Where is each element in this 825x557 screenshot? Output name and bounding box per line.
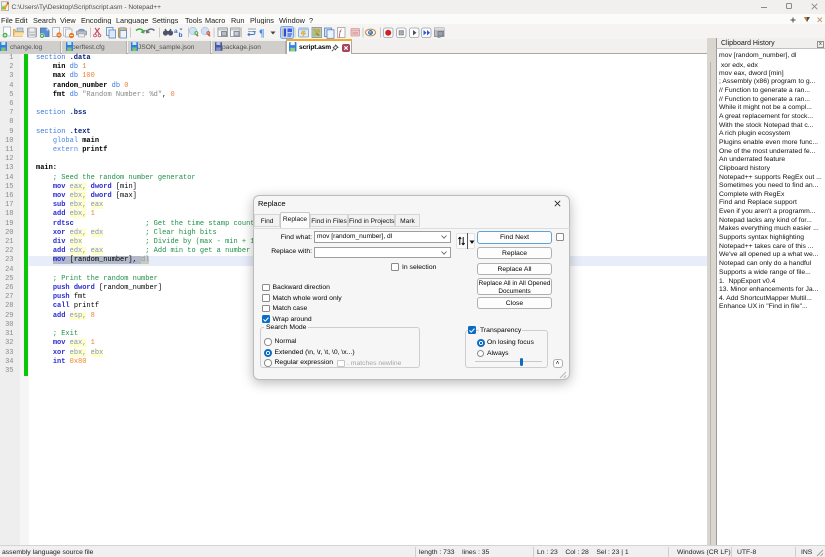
svg-text:a: a [174,28,178,35]
svg-text:b: b [179,32,183,39]
svg-text:¶: ¶ [259,29,264,40]
